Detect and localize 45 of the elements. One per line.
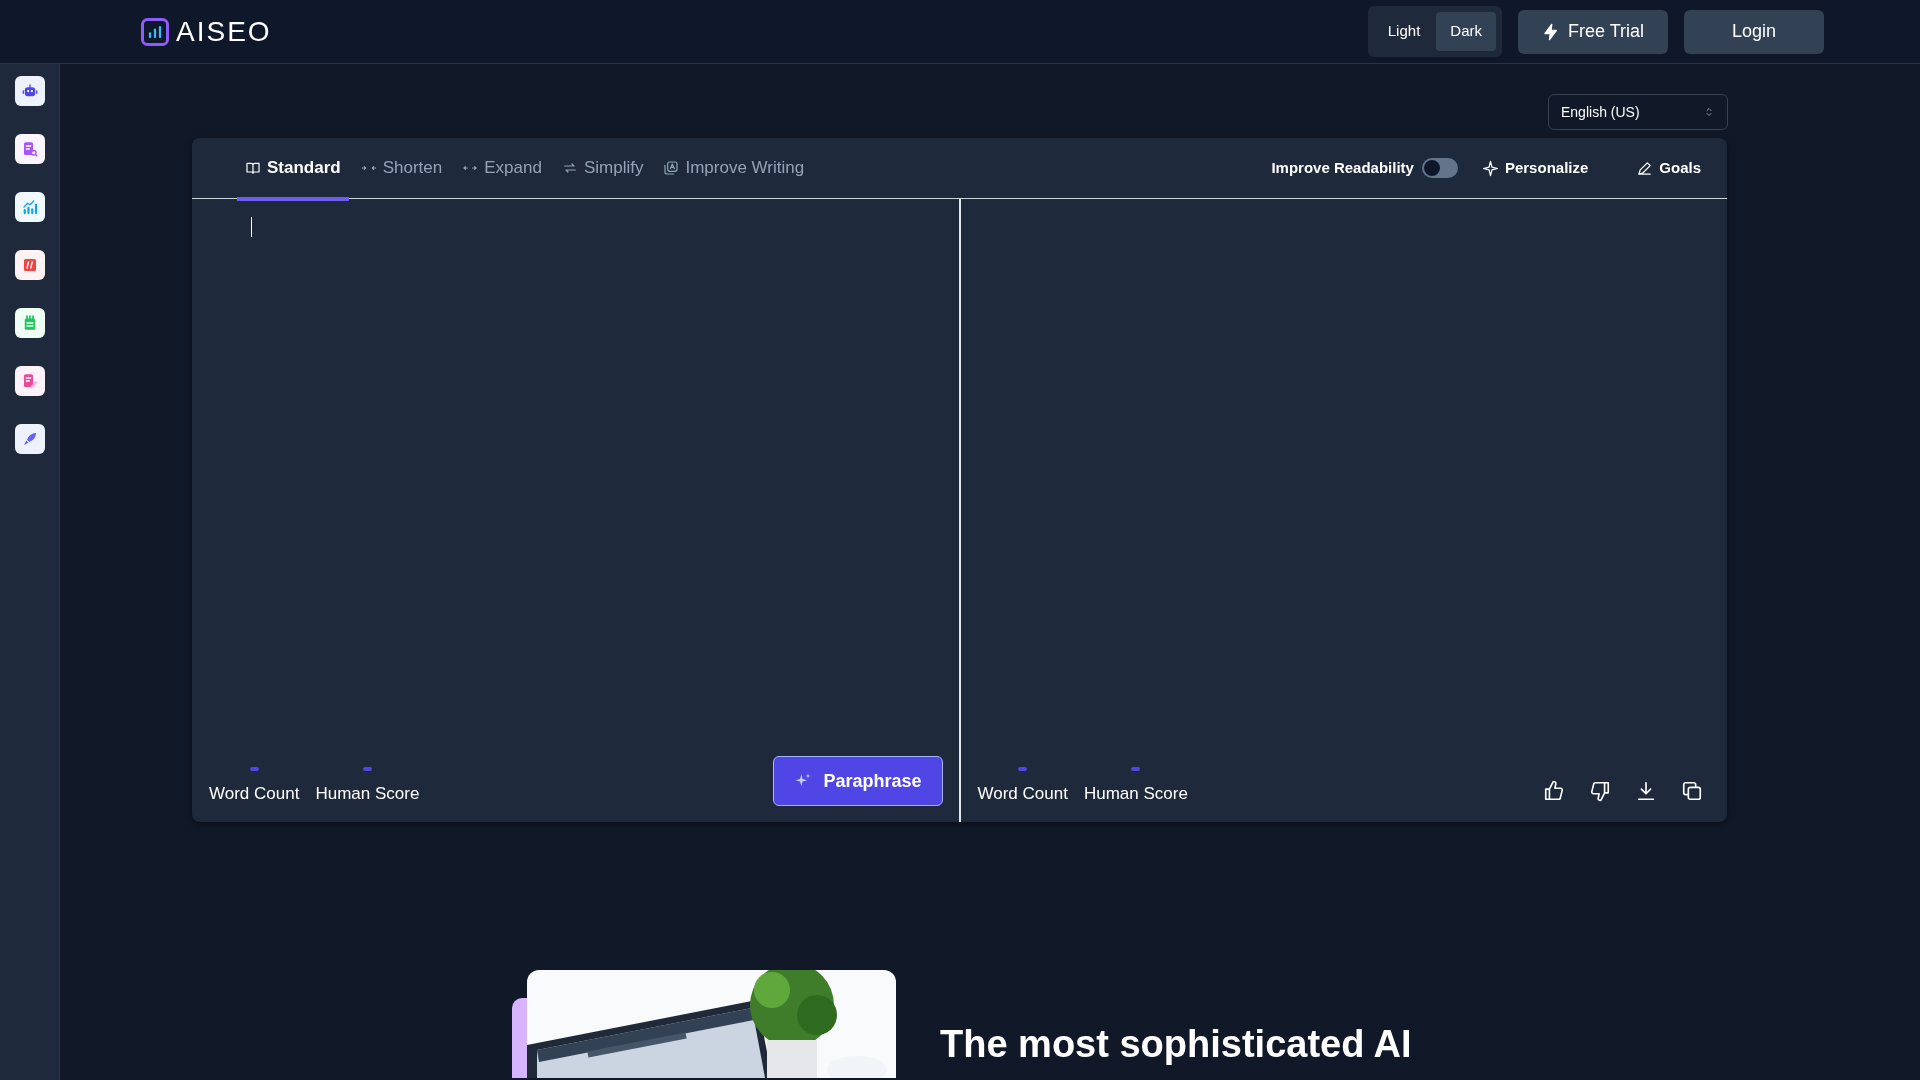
mode-tab[interactable]: Standard xyxy=(237,139,349,201)
sidebar-tool-button[interactable] xyxy=(14,366,45,396)
theme-option[interactable]: Dark xyxy=(1436,12,1496,51)
theme-option[interactable]: Light xyxy=(1373,12,1435,51)
login-button[interactable]: Login xyxy=(1684,9,1824,54)
input-text-area[interactable]: Word Count Human Score Paraphrase xyxy=(192,199,961,822)
mode-tab[interactable]: Expand xyxy=(454,139,550,201)
score-indicator xyxy=(249,766,259,771)
score-indicator xyxy=(362,766,372,771)
mode-tab[interactable]: Improve Writing xyxy=(655,139,813,201)
pencil-icon xyxy=(1636,159,1654,177)
book-icon xyxy=(245,160,261,176)
copy-icon[interactable] xyxy=(1681,780,1703,802)
readability-toggle[interactable] xyxy=(1421,158,1458,178)
free-trial-button[interactable]: Free Trial xyxy=(1517,9,1668,54)
word-count-label: Word Count xyxy=(209,782,300,805)
score-indicator xyxy=(1131,766,1141,771)
text-cursor xyxy=(251,217,252,237)
personalize-button[interactable]: Personalize xyxy=(1481,156,1589,180)
thumbs-down-icon[interactable] xyxy=(1589,780,1611,802)
sidebar-tool-button[interactable] xyxy=(14,250,45,280)
sidebar-tool-button[interactable] xyxy=(14,308,45,338)
score-indicator xyxy=(1018,766,1028,771)
human-score-label: Human Score xyxy=(315,782,420,805)
paraphrase-button[interactable]: Paraphrase xyxy=(772,756,943,806)
sidebar-tool-button[interactable] xyxy=(14,76,45,106)
thumbs-up-icon[interactable] xyxy=(1543,780,1565,802)
text-layers-icon xyxy=(663,160,680,176)
goals-button[interactable]: Goals xyxy=(1636,156,1701,180)
sidebar-tool-button[interactable] xyxy=(14,192,45,222)
sparkle-icon xyxy=(1481,159,1499,177)
word-count-label: Word Count xyxy=(977,782,1068,805)
logo-icon xyxy=(140,16,170,47)
lightning-icon xyxy=(1541,22,1560,41)
readability-label: Improve Readability xyxy=(1271,157,1414,178)
logo-text: AISEO xyxy=(176,14,272,49)
mode-tab[interactable]: Simplify xyxy=(553,139,652,201)
language-select[interactable]: English (US) xyxy=(1548,94,1728,130)
download-icon[interactable] xyxy=(1635,780,1657,802)
sidebar-tool-button[interactable] xyxy=(14,424,45,454)
sidebar-tool-button[interactable] xyxy=(14,134,45,164)
chevron-up-down-icon xyxy=(1703,106,1715,118)
mode-tab[interactable]: Shorten xyxy=(352,139,451,201)
promo-heading: The most sophisticated AI xyxy=(940,1022,1412,1067)
human-score-label: Human Score xyxy=(1083,782,1188,805)
